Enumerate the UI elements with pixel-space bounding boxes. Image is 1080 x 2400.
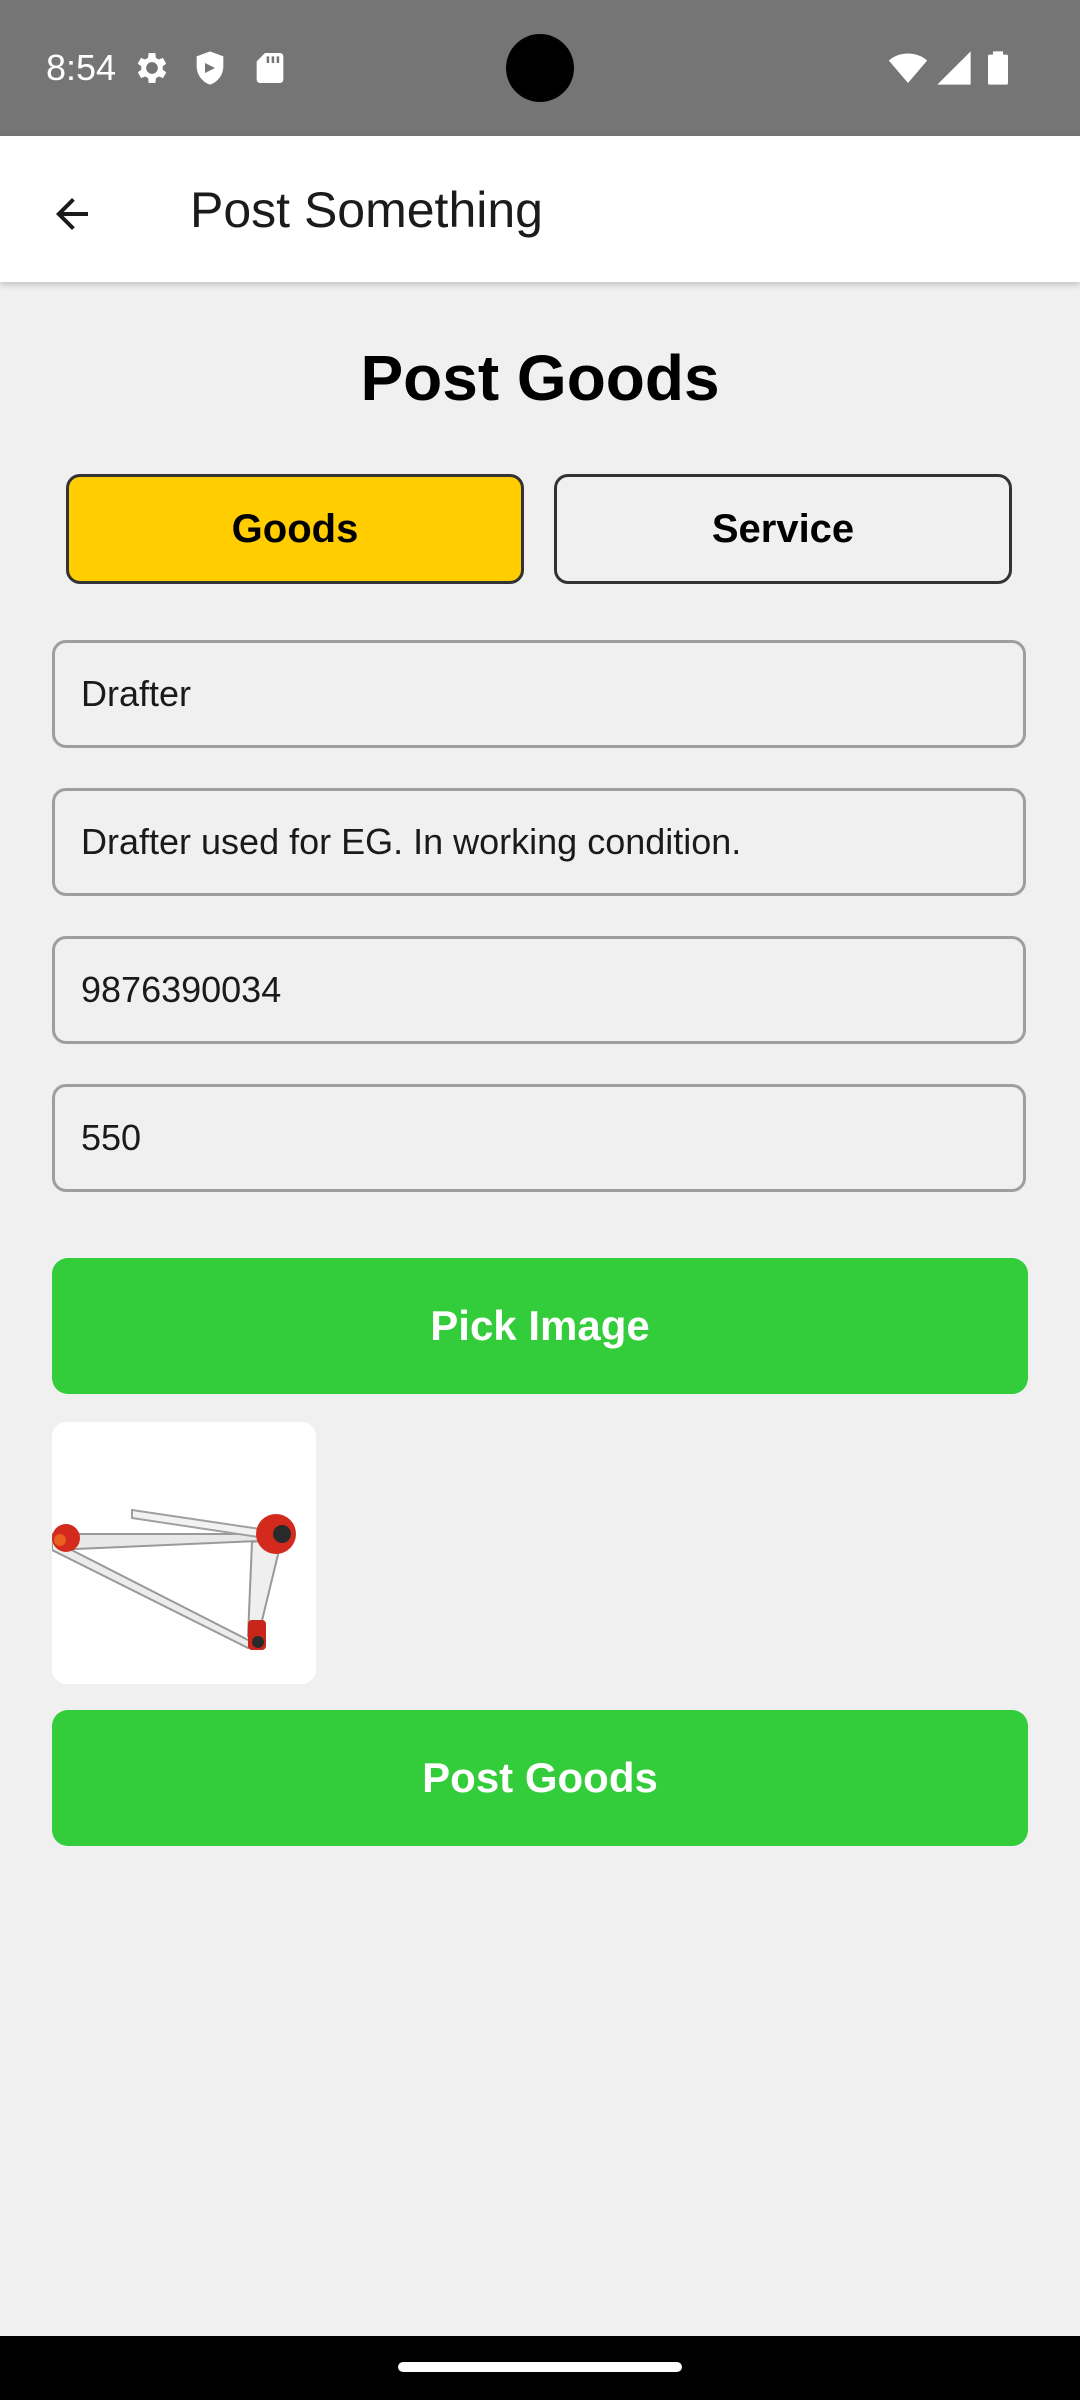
app-bar-title: Post Something <box>190 182 543 238</box>
status-bar: 8:54 <box>0 0 1080 136</box>
title-input[interactable] <box>52 640 1026 748</box>
wifi-icon <box>888 48 928 88</box>
battery-icon <box>978 48 1018 88</box>
app-bar: Post Something <box>0 136 1080 282</box>
service-toggle-button[interactable]: Service <box>554 474 1012 584</box>
status-time: 8:54 <box>46 47 117 88</box>
description-input[interactable] <box>52 788 1026 896</box>
phone-input[interactable] <box>52 936 1026 1044</box>
arrow-back-icon <box>56 198 88 230</box>
back-button[interactable] <box>30 172 114 256</box>
signal-icon <box>934 48 974 88</box>
sd-card-icon <box>250 48 290 88</box>
goods-toggle-button[interactable]: Goods <box>66 474 524 584</box>
drafter-image <box>52 1508 296 1650</box>
selected-image-thumbnail[interactable] <box>52 1422 316 1684</box>
price-input[interactable] <box>52 1084 1026 1192</box>
pick-image-button[interactable]: Pick Image <box>52 1258 1028 1394</box>
post-goods-button[interactable]: Post Goods <box>52 1710 1028 1846</box>
navigation-bar <box>0 2336 1080 2400</box>
home-gesture-handle[interactable] <box>398 2362 682 2372</box>
shield-icon <box>190 48 230 88</box>
gear-icon <box>132 48 172 88</box>
page-heading: Post Goods <box>360 342 720 414</box>
camera-cutout <box>506 34 574 102</box>
